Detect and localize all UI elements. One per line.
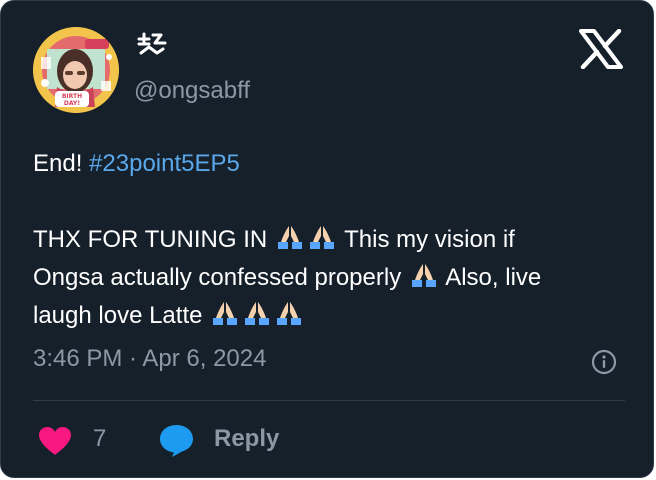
folded-hands-emoji (275, 224, 305, 250)
folded-hands-emoji (409, 262, 439, 288)
tweet-line-2: THX FOR TUNING IN This my vision if (33, 224, 515, 253)
tweet-line-1: End! #23point5EP5 (33, 150, 240, 177)
user-handle[interactable]: @ongsabff (134, 77, 250, 105)
hashtag-link[interactable]: #23point5EP5 (89, 150, 240, 177)
info-icon[interactable] (591, 349, 617, 375)
like-count: 7 (93, 425, 107, 452)
tweet-card: BIRTH DAY! @ongsabff End! #23point5EP5 T… (0, 0, 654, 478)
avatar-badge-line2: DAY! (64, 100, 80, 107)
avatar[interactable]: BIRTH DAY! (33, 27, 119, 113)
folded-hands-emoji (210, 300, 240, 326)
timestamp[interactable]: 3:46 PM · Apr 6, 2024 (33, 345, 266, 373)
tweet-line-3: Ongsa actually confessed properly Also, … (33, 262, 542, 291)
x-logo-icon[interactable] (579, 28, 623, 70)
tweet-line-4: laugh love Latte (33, 297, 633, 335)
tweet-text: End! #23point5EP5 THX FOR TUNING IN This… (33, 145, 633, 335)
divider (33, 400, 625, 401)
heart-icon[interactable] (37, 425, 73, 457)
folded-hands-emoji (274, 300, 304, 326)
speech-bubble-icon[interactable] (158, 422, 195, 459)
reply-button[interactable]: Reply (214, 425, 279, 453)
folded-hands-emoji (242, 300, 272, 326)
display-name-glyph[interactable] (135, 31, 169, 64)
avatar-badge-line1: BIRTH (62, 93, 82, 100)
folded-hands-emoji (307, 224, 337, 250)
